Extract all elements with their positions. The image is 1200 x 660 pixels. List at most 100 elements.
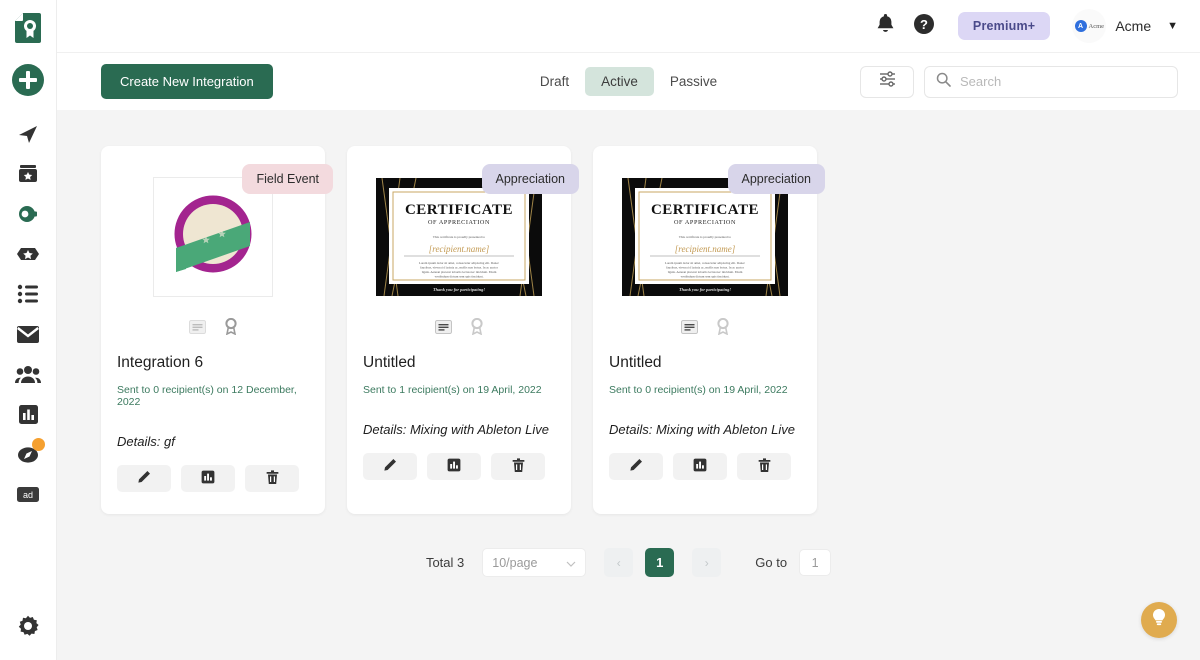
tab-draft[interactable]: Draft xyxy=(524,67,585,96)
sidebar-item-analytics[interactable] xyxy=(8,394,48,434)
avatar: A Acme xyxy=(1072,9,1106,43)
svg-text:?: ? xyxy=(920,17,928,32)
card-thumbnail-area: Appreciation CERTIFICATE xyxy=(347,146,571,318)
email-status-icon[interactable] xyxy=(681,320,698,339)
svg-text:ligula. Aenean placerat lobort: ligula. Aenean placerat lobortis lectus … xyxy=(668,270,743,274)
stats-button[interactable] xyxy=(673,453,727,480)
tab-active[interactable]: Active xyxy=(585,67,654,96)
integration-card[interactable]: Field Event xyxy=(101,146,325,514)
card-body: Untitled Sent to 0 recipient(s) on 19 Ap… xyxy=(593,354,817,502)
card-sent-info: Sent to 0 recipient(s) on 19 April, 2022 xyxy=(609,384,801,396)
goto-page-input[interactable] xyxy=(799,549,831,576)
settings-icon xyxy=(17,615,39,637)
svg-text:This certificate is proudly pr: This certificate is proudly presented to xyxy=(433,235,486,239)
card-thumbnail: CERTIFICATE OF APPRECIATION This certifi… xyxy=(622,178,788,296)
trash-icon xyxy=(512,458,525,476)
trash-icon xyxy=(266,470,279,488)
card-thumbnail-area: Field Event xyxy=(101,146,325,318)
card-title: Integration 6 xyxy=(117,354,309,372)
ad-icon: ad xyxy=(16,486,40,503)
send-icon xyxy=(17,123,39,145)
list-icon xyxy=(17,284,39,304)
page-size-select[interactable]: 10/page xyxy=(482,548,586,577)
goto-label: Go to xyxy=(755,555,787,570)
email-status-icon[interactable] xyxy=(189,320,206,339)
tab-passive[interactable]: Passive xyxy=(654,67,733,96)
help-button[interactable]: ? xyxy=(908,10,940,42)
card-title: Untitled xyxy=(609,354,801,372)
sidebar-item-send[interactable] xyxy=(8,114,48,154)
search-input[interactable] xyxy=(960,74,1166,89)
search-icon xyxy=(936,72,951,92)
card-status-icons xyxy=(347,318,571,354)
top-header: ? Premium+ A Acme Acme ▼ xyxy=(57,0,1200,53)
account-menu[interactable]: A Acme Acme ▼ xyxy=(1072,9,1178,43)
page-size-value: 10/page xyxy=(492,556,537,570)
sidebar-item-mail[interactable] xyxy=(8,314,48,354)
premium-upgrade-button[interactable]: Premium+ xyxy=(958,12,1050,40)
integration-card[interactable]: Appreciation CERTIFICATE xyxy=(593,146,817,514)
card-status-icons xyxy=(101,318,325,354)
award-status-icon[interactable] xyxy=(224,318,238,340)
card-thumbnail: CERTIFICATE OF APPRECIATION This certifi… xyxy=(376,178,542,296)
card-details: Details: Mixing with Ableton Live xyxy=(363,422,555,437)
card-actions xyxy=(363,453,555,502)
sidebar-item-list[interactable] xyxy=(8,274,48,314)
notification-dot xyxy=(32,438,45,451)
filter-button[interactable] xyxy=(860,66,914,98)
sidebar-item-certificate-logo[interactable] xyxy=(8,8,48,48)
sidebar-item-people[interactable] xyxy=(8,354,48,394)
pagination-prev-button[interactable]: ‹ xyxy=(604,548,633,577)
stats-button[interactable] xyxy=(427,453,481,480)
delete-button[interactable] xyxy=(737,453,791,480)
card-status-icons xyxy=(593,318,817,354)
chart-icon xyxy=(447,458,461,475)
edit-button[interactable] xyxy=(609,453,663,480)
pagination: Total 3 10/page ‹ 1 › Go to xyxy=(101,548,1156,577)
sidebar-item-badge[interactable] xyxy=(8,234,48,274)
account-name: Acme xyxy=(1115,18,1151,34)
sidebar-item-integrations[interactable] xyxy=(8,194,48,234)
edit-button[interactable] xyxy=(117,465,171,492)
card-sent-info: Sent to 0 recipient(s) on 12 December, 2… xyxy=(117,384,309,408)
edit-button[interactable] xyxy=(363,453,417,480)
card-sent-info: Sent to 1 recipient(s) on 19 April, 2022 xyxy=(363,384,555,396)
delete-button[interactable] xyxy=(245,465,299,492)
status-badge: Field Event xyxy=(242,164,333,194)
integration-card-grid: Field Event xyxy=(101,146,1156,514)
certificate-logo-icon xyxy=(14,12,42,44)
award-status-icon[interactable] xyxy=(716,318,730,340)
archive-icon xyxy=(17,163,39,185)
sidebar-item-ad[interactable]: ad xyxy=(8,474,48,514)
card-thumbnail xyxy=(153,177,273,297)
sidebar-item-compass[interactable] xyxy=(8,434,48,474)
sidebar: ad xyxy=(0,0,57,660)
pagination-page-1[interactable]: 1 xyxy=(645,548,674,577)
pagination-next-button[interactable]: › xyxy=(692,548,721,577)
email-status-icon[interactable] xyxy=(435,320,452,339)
sidebar-item-settings[interactable] xyxy=(8,606,48,646)
stats-button[interactable] xyxy=(181,465,235,492)
svg-text:CERTIFICATE: CERTIFICATE xyxy=(405,202,513,218)
integration-card[interactable]: Appreciation CERTIFICATE xyxy=(347,146,571,514)
svg-text:vestibulum dictum sem quis tin: vestibulum dictum sem quis tincidunt. xyxy=(681,275,730,279)
avatar-label: Acme xyxy=(1089,23,1105,30)
analytics-icon xyxy=(18,404,39,425)
chevron-down-icon[interactable]: ▼ xyxy=(1167,20,1178,32)
sidebar-item-archive[interactable] xyxy=(8,154,48,194)
sidebar-item-add[interactable] xyxy=(8,60,48,100)
card-details: Details: Mixing with Ableton Live xyxy=(609,422,801,437)
status-badge: Appreciation xyxy=(482,164,580,194)
card-actions xyxy=(117,465,309,514)
delete-button[interactable] xyxy=(491,453,545,480)
card-thumbnail-area: Appreciation CERTIFICATE xyxy=(593,146,817,318)
award-status-icon[interactable] xyxy=(470,318,484,340)
people-icon xyxy=(15,364,41,384)
mail-icon xyxy=(16,325,40,344)
card-actions xyxy=(609,453,801,502)
help-tips-fab[interactable] xyxy=(1141,602,1177,638)
create-new-integration-button[interactable]: Create New Integration xyxy=(101,64,273,99)
toolbar-right xyxy=(860,66,1178,98)
svg-text:[recipient.name]: [recipient.name] xyxy=(429,244,490,254)
notifications-button[interactable] xyxy=(870,10,902,42)
